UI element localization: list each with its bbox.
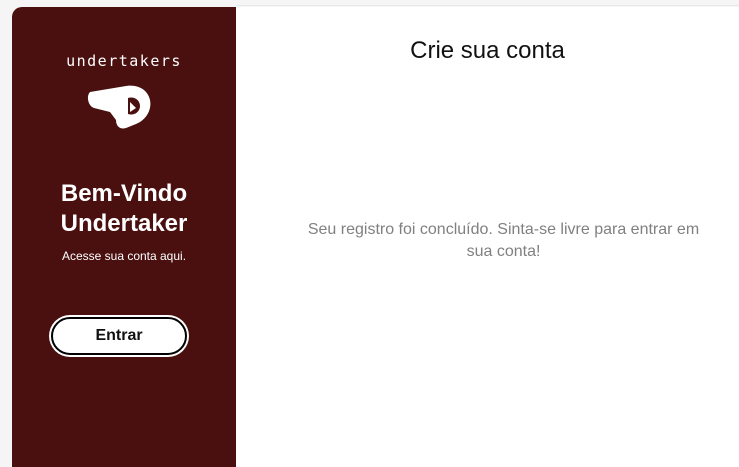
welcome-panel: undertakers Bem-Vindo Undertaker Acesse … — [12, 7, 236, 467]
auth-card: undertakers Bem-Vindo Undertaker Acesse … — [12, 7, 739, 467]
main-panel: Crie sua conta Seu registro foi concluíd… — [236, 7, 739, 467]
success-message: Seu registro foi concluído. Sinta-se liv… — [307, 221, 700, 260]
welcome-line-1: Bem-Vindo — [60, 180, 188, 207]
page-title: Crie sua conta — [410, 37, 565, 64]
enter-button[interactable]: Entrar — [51, 317, 187, 355]
fist-icon — [87, 85, 151, 129]
welcome-subtitle: Acesse sua conta aqui. — [61, 249, 187, 263]
welcome-heading: Bem-Vindo Undertaker — [12, 179, 236, 239]
top-divider — [236, 5, 739, 6]
brand-logo-text: undertakers — [66, 52, 182, 70]
welcome-line-2: Undertaker — [60, 210, 188, 237]
